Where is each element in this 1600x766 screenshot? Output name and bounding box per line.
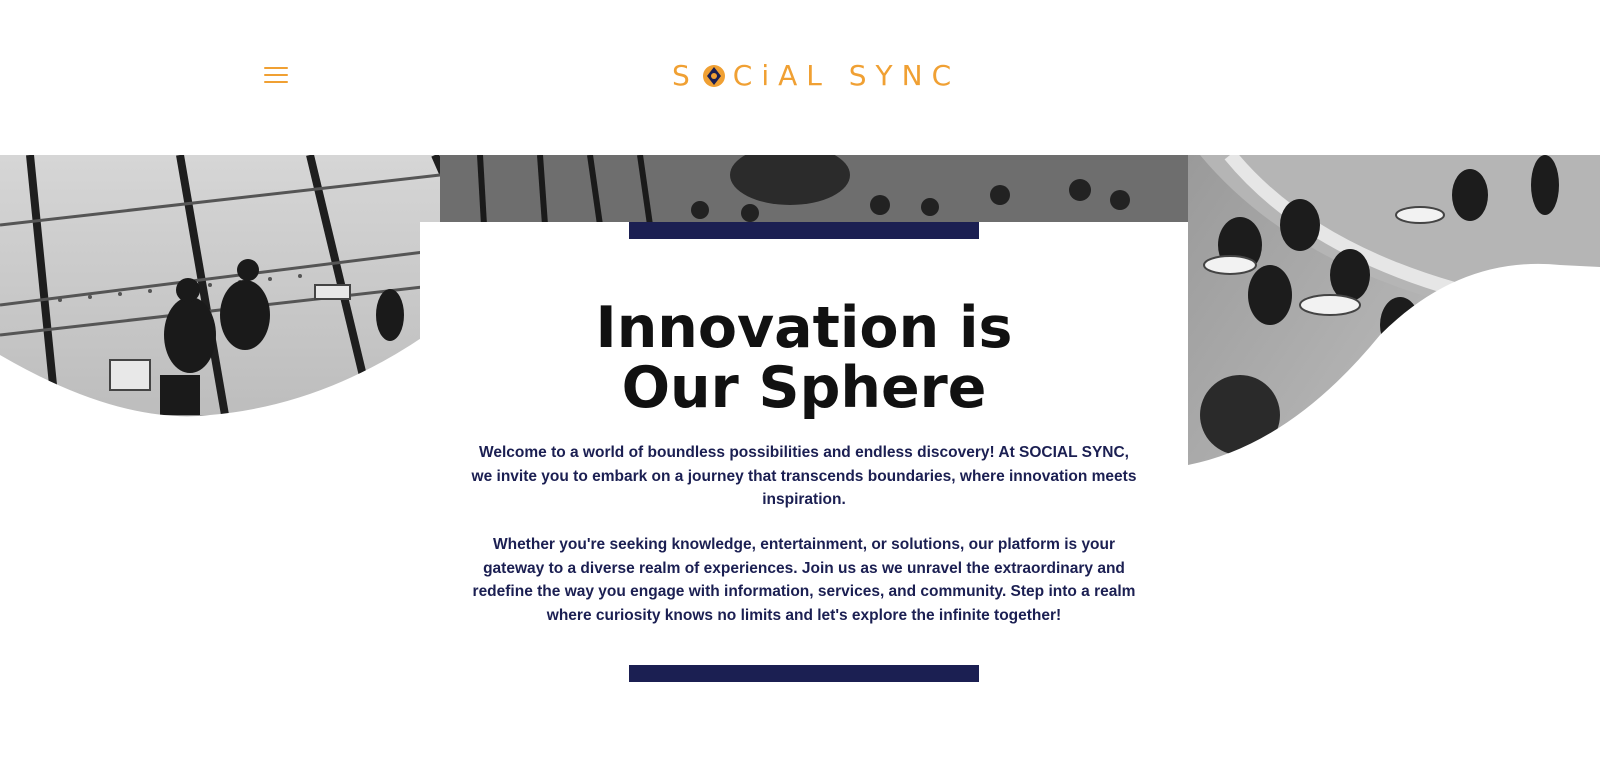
menu-bar (264, 81, 288, 83)
menu-bar (264, 67, 288, 69)
menu-bar (264, 74, 288, 76)
intro-paragraph-1: Welcome to a world of boundless possibil… (471, 444, 1137, 508)
headline-line-1: Innovation is (595, 295, 1013, 361)
logo-text-end: CiAL SYNC (732, 59, 961, 92)
headline-line-2: Our Sphere (621, 355, 987, 421)
intro-card: Innovation is Our Sphere Welcome to a wo… (420, 222, 1188, 766)
hamburger-menu-icon[interactable] (264, 64, 288, 86)
site-header: S CiAL SYNC (0, 0, 1600, 155)
social-sync-logo[interactable]: S CiAL SYNC (672, 60, 960, 92)
hero-section: Innovation is Our Sphere Welcome to a wo… (0, 155, 1600, 766)
globe-logo-icon (701, 63, 727, 89)
intro-paragraph-2: Whether you're seeking knowledge, entert… (472, 536, 1136, 624)
bottom-accent-bar (629, 665, 979, 682)
logo-text-start: S (672, 59, 699, 92)
hero-headline: Innovation is Our Sphere (420, 298, 1188, 418)
top-accent-bar (629, 222, 979, 239)
